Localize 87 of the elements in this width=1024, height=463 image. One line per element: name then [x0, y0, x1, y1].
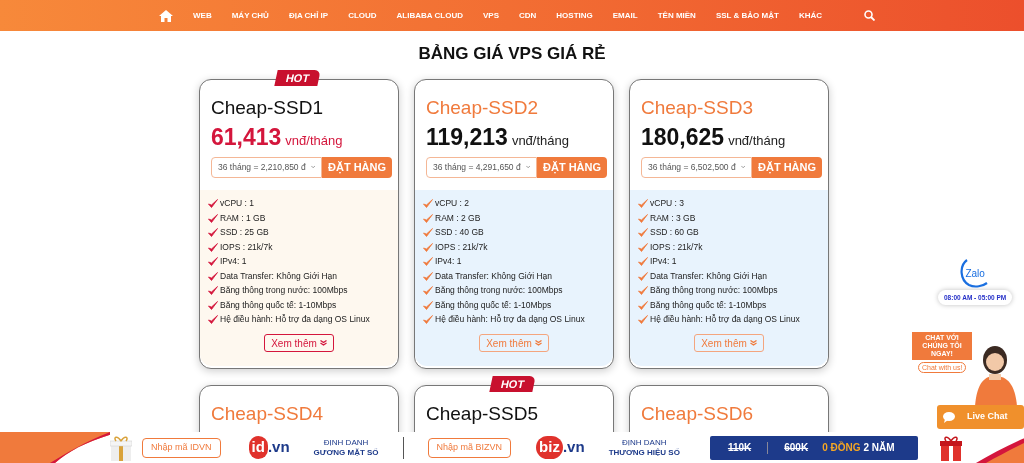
old-price: 600K [784, 441, 809, 455]
nav-link[interactable]: ALIBABA CLOUD [396, 9, 463, 22]
tagline-text: ĐỊNH DANH [622, 437, 667, 448]
nav-link[interactable]: EMAIL [612, 9, 638, 22]
page-heading: BẢNG GIÁ VPS GIÁ RẺ [417, 43, 607, 65]
plan-name: Cheap-SSD5 [426, 402, 539, 425]
feature-text: IOPS : 21k/7k [220, 240, 273, 254]
chevron-down-icon [740, 165, 745, 169]
chat-icon [943, 411, 957, 423]
order-button[interactable]: ĐẶT HÀNG [322, 156, 393, 178]
nav-link[interactable]: SSL & BẢO MẬT [715, 9, 779, 22]
plan-name: Cheap-SSD3 [641, 96, 754, 119]
term-select[interactable]: 36 tháng = 4,291,650 đ [426, 156, 537, 178]
search-icon[interactable] [864, 10, 875, 21]
plan-price: 180,625 [641, 122, 725, 151]
double-chevron-icon [319, 340, 327, 346]
feature-text: Băng thông quốc tế: 1-10Mbps [650, 298, 767, 312]
double-chevron-icon [749, 340, 757, 346]
feature-text: Băng thông trong nước: 100Mbps [435, 284, 563, 298]
home-icon[interactable] [159, 9, 173, 22]
nav-link[interactable]: ĐỊA CHỈ IP [288, 9, 329, 22]
order-button[interactable]: ĐẶT HÀNG [752, 156, 823, 178]
feature-text: Hệ điều hành: Hỗ trợ đa dạng OS Linux [435, 313, 585, 327]
hot-badge: HOT [489, 375, 536, 392]
price-unit: vnđ/tháng [511, 131, 569, 150]
feature-text: RAM : 1 GB [220, 211, 266, 225]
chevron-down-icon [525, 165, 530, 169]
double-chevron-icon [534, 340, 542, 346]
plan-name: Cheap-SSD6 [641, 402, 754, 425]
domain-logo: id .vn [248, 436, 290, 459]
plan-name: Cheap-SSD4 [211, 402, 324, 425]
price-unit: vnđ/tháng [285, 131, 343, 150]
free-price: 0 ĐỒNG [822, 440, 861, 455]
feature-text: IOPS : 21k/7k [435, 240, 488, 254]
nav-link[interactable]: MÁY CHỦ [231, 9, 269, 22]
swoosh-icon [0, 432, 110, 463]
feature-text: SSD : 40 GB [435, 226, 484, 240]
old-price: 110K [727, 441, 752, 455]
feature-text: Băng thông quốc tế: 1-10Mbps [220, 298, 337, 312]
feature-text: IPv4: 1 [435, 255, 462, 269]
zalo-logo[interactable]: Zalo [965, 265, 985, 281]
feature-text: SSD : 60 GB [650, 226, 699, 240]
feature-text: vCPU : 3 [650, 197, 684, 211]
feature-text: vCPU : 2 [435, 197, 469, 211]
plan-name: Cheap-SSD2 [426, 96, 539, 119]
see-more-button[interactable]: Xem thêm [264, 334, 334, 352]
promo-code-button[interactable]: Nhập mã BIZVN [427, 437, 512, 458]
nav-link[interactable]: CDN [519, 9, 537, 22]
tagline-text: ĐỊNH DANH [323, 437, 369, 448]
nav-link[interactable]: KHÁC [798, 9, 822, 22]
term-select[interactable]: 36 tháng = 2,210,850 đ [211, 156, 322, 178]
feature-text: Hệ điều hành: Hỗ trợ đa dạng OS Linux [220, 313, 370, 327]
chevron-down-icon [310, 165, 315, 169]
tagline-text: THƯƠNG HIỆU SỐ [608, 447, 680, 458]
feature-text: IOPS : 21k/7k [650, 240, 703, 254]
feature-text: Băng thông trong nước: 100Mbps [650, 284, 778, 298]
plan-name: Cheap-SSD1 [211, 96, 324, 119]
feature-text: RAM : 3 GB [650, 211, 696, 225]
feature-text: Băng thông trong nước: 100Mbps [220, 284, 348, 298]
feature-text: Hệ điều hành: Hỗ trợ đa dạng OS Linux [650, 313, 800, 327]
nav-link[interactable]: WEB [193, 9, 212, 22]
promo-code-button[interactable]: Nhập mã IDVN [142, 437, 221, 458]
nav-link[interactable]: CLOUD [348, 9, 377, 22]
feature-text: Băng thông quốc tế: 1-10Mbps [435, 298, 552, 312]
live-chat-button[interactable]: Live Chat [937, 405, 1024, 429]
tagline-text: GƯƠNG MẶT SỐ [313, 447, 379, 458]
nav-link[interactable]: HOSTING [556, 9, 593, 22]
feature-text: Data Transfer: Không Giới Hạn [220, 269, 338, 283]
feature-text: IPv4: 1 [220, 255, 247, 269]
plan-price: 61,413 [211, 122, 282, 151]
feature-text: SSD : 25 GB [220, 226, 269, 240]
feature-text: IPv4: 1 [650, 255, 677, 269]
domain-logo: biz .vn [536, 436, 585, 459]
nav-link[interactable]: VPS [482, 9, 499, 22]
feature-text: vCPU : 1 [220, 197, 254, 211]
order-button[interactable]: ĐẶT HÀNG [537, 156, 608, 178]
promo-term: 2 NĂM [863, 440, 895, 455]
see-more-button[interactable]: Xem thêm [694, 334, 764, 352]
nav-link[interactable]: TÊN MIỀN [657, 9, 696, 22]
term-select[interactable]: 36 tháng = 6,502,500 đ [641, 156, 752, 178]
plan-price: 119,213 [426, 122, 508, 151]
see-more-button[interactable]: Xem thêm [479, 334, 549, 352]
price-unit: vnđ/tháng [728, 131, 786, 150]
hot-badge: HOT [274, 69, 321, 86]
feature-text: Data Transfer: Không Giới Hạn [435, 269, 553, 283]
feature-text: Data Transfer: Không Giới Hạn [650, 269, 768, 283]
feature-text: RAM : 2 GB [435, 211, 481, 225]
